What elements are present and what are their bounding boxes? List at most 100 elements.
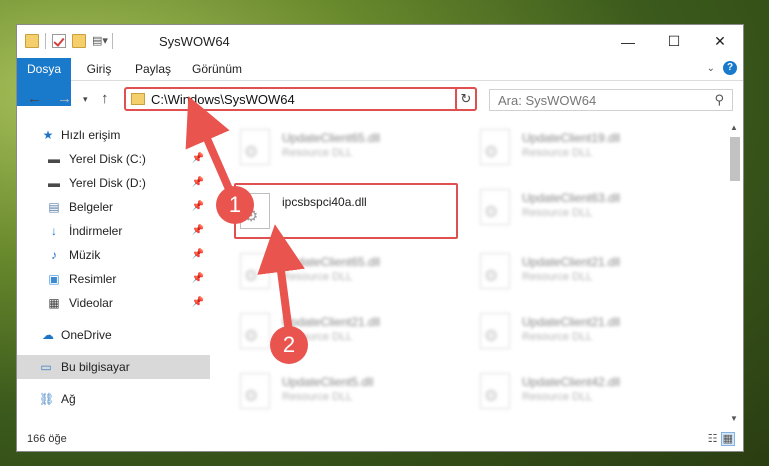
drive-icon: ▬ xyxy=(48,176,60,190)
sidebar-item-documents[interactable]: ▤ Belgeler 📌 xyxy=(17,195,210,219)
back-arrow-icon[interactable]: ← xyxy=(27,90,42,107)
list-item[interactable]: UpdateClient19.dll Resource DLL xyxy=(474,123,704,171)
recent-chevron-icon[interactable]: ▾ xyxy=(83,94,88,105)
file-type: Resource DLL xyxy=(522,331,593,343)
list-item[interactable]: UpdateClient65.dll Resource DLL xyxy=(234,247,464,295)
sidebar-item-music[interactable]: ♪ Müzik 📌 xyxy=(17,243,210,267)
sidebar-item-local-disk-d[interactable]: ▬ Yerel Disk (D:) 📌 xyxy=(17,171,210,195)
computer-icon: ▭ xyxy=(40,360,52,374)
documents-icon: ▤ xyxy=(48,200,60,214)
scroll-up-icon[interactable]: ▲ xyxy=(730,123,738,132)
tab-home[interactable]: Giriş xyxy=(81,58,117,80)
sidebar-item-pictures[interactable]: ▣ Resimler 📌 xyxy=(17,267,210,291)
customize-icon[interactable]: ▤▾ xyxy=(92,34,108,48)
address-path: C:\Windows\SysWOW64 xyxy=(151,92,295,107)
expand-ribbon-icon[interactable]: ⌄ xyxy=(707,63,715,74)
sidebar-item-onedrive[interactable]: ☁ OneDrive xyxy=(17,323,210,347)
step-1-badge: 1 xyxy=(216,186,254,224)
ribbon: Dosya Giriş Paylaş Görünüm ⌄ ? xyxy=(17,58,743,106)
music-icon: ♪ xyxy=(51,248,57,262)
scrollbar-thumb[interactable] xyxy=(730,137,740,181)
file-name: UpdateClient21.dll xyxy=(522,255,621,269)
file-type: Resource DLL xyxy=(522,391,593,403)
dll-file-icon xyxy=(480,253,510,289)
search-icon: ⚲ xyxy=(714,92,724,107)
list-item[interactable]: UpdateClient21.dll Resource DLL xyxy=(474,247,704,295)
sidebar-item-label: Yerel Disk (D:) xyxy=(69,176,146,190)
pin-icon[interactable]: 📌 xyxy=(192,243,204,267)
sidebar-item-label: Müzik xyxy=(69,248,101,262)
address-bar[interactable]: C:\Windows\SysWOW64 ⌄ xyxy=(124,87,477,111)
sidebar-item-local-disk-c[interactable]: ▬ Yerel Disk (C:) 📌 xyxy=(17,147,210,171)
tab-share[interactable]: Paylaş xyxy=(131,58,175,80)
dll-file-icon xyxy=(240,129,270,165)
sidebar-item-label: Ağ xyxy=(61,392,76,406)
file-name: UpdateClient63.dll xyxy=(522,191,621,205)
minimize-button[interactable]: — xyxy=(605,25,651,58)
sidebar-item-label: OneDrive xyxy=(61,328,112,342)
up-arrow-icon[interactable]: ↑ xyxy=(101,90,109,107)
file-name: UpdateClient42.dll xyxy=(522,375,621,389)
sidebar-item-downloads[interactable]: ↓ İndirmeler 📌 xyxy=(17,219,210,243)
file-name: UpdateClient65.dll xyxy=(282,255,381,269)
sidebar-item-quick-access[interactable]: ★ Hızlı erişim xyxy=(17,123,210,147)
title-bar: ▤▾ SysWOW64 — ☐ ✕ xyxy=(17,25,743,58)
sidebar-item-this-pc[interactable]: ▭ Bu bilgisayar xyxy=(17,355,210,379)
dll-file-icon xyxy=(480,373,510,409)
item-count: 166 öğe xyxy=(27,433,67,445)
maximize-button[interactable]: ☐ xyxy=(651,25,697,58)
help-icon[interactable]: ? xyxy=(723,61,737,75)
vertical-scrollbar[interactable]: ▲ ▼ xyxy=(727,119,743,427)
pin-icon[interactable]: 📌 xyxy=(192,147,204,171)
pin-icon[interactable]: 📌 xyxy=(192,291,204,315)
close-button[interactable]: ✕ xyxy=(697,25,743,58)
dll-file-icon xyxy=(240,373,270,409)
videos-icon: ▦ xyxy=(48,296,60,310)
quick-access-toolbar: ▤▾ xyxy=(25,33,113,49)
dll-file-icon xyxy=(480,189,510,225)
new-folder-icon[interactable] xyxy=(72,34,86,48)
sidebar-item-label: Bu bilgisayar xyxy=(61,360,130,374)
network-icon: ⛓ xyxy=(39,392,55,406)
tiles-view-icon[interactable]: ▦ xyxy=(720,432,735,446)
pin-icon[interactable]: 📌 xyxy=(192,219,204,243)
scroll-down-icon[interactable]: ▼ xyxy=(730,414,738,423)
list-item[interactable]: UpdateClient5.dll Resource DLL xyxy=(234,367,464,415)
properties-icon[interactable] xyxy=(52,34,66,48)
tab-view[interactable]: Görünüm xyxy=(189,58,245,80)
list-item[interactable]: UpdateClient21.dll Resource DLL xyxy=(234,307,464,355)
list-item[interactable]: UpdateClient42.dll Resource DLL xyxy=(474,367,704,415)
sidebar-item-label: Yerel Disk (C:) xyxy=(69,152,146,166)
file-type: Resource DLL xyxy=(522,271,593,283)
list-item[interactable]: UpdateClient63.dll Resource DLL xyxy=(474,183,704,231)
dll-file-icon xyxy=(480,129,510,165)
file-list: UpdateClient65.dll Resource DLL ipcsbspc… xyxy=(214,119,727,427)
file-type: Resource DLL xyxy=(522,147,593,159)
file-name: UpdateClient5.dll xyxy=(282,375,374,389)
sidebar-item-label: İndirmeler xyxy=(69,224,123,238)
sidebar-item-label: Videolar xyxy=(69,296,113,310)
sidebar-item-label: Belgeler xyxy=(69,200,114,214)
file-name: UpdateClient21.dll xyxy=(522,315,621,329)
refresh-button[interactable]: ↻ xyxy=(455,87,477,111)
navigation-pane: ★ Hızlı erişim ▬ Yerel Disk (C:) 📌 ▬ Yer… xyxy=(17,119,210,427)
window-title: SysWOW64 xyxy=(159,34,230,49)
pin-icon[interactable]: 📌 xyxy=(192,195,204,219)
list-item[interactable]: UpdateClient65.dll Resource DLL xyxy=(234,123,464,171)
view-toggle[interactable]: ☷ ▦ xyxy=(708,432,735,446)
file-type: Resource DLL xyxy=(282,391,353,403)
details-view-icon[interactable]: ☷ xyxy=(708,433,718,445)
separator xyxy=(45,33,46,49)
file-name: UpdateClient65.dll xyxy=(282,131,381,145)
search-placeholder: Ara: SysWOW64 xyxy=(498,93,597,108)
navigation-bar: ← → ▾ ↑ C:\Windows\SysWOW64 ⌄ ↻ Ara: Sys… xyxy=(17,81,743,117)
sidebar-item-network[interactable]: ⛓ Ağ xyxy=(17,387,210,411)
list-item[interactable]: UpdateClient21.dll Resource DLL xyxy=(474,307,704,355)
forward-arrow-icon[interactable]: → xyxy=(57,90,72,107)
pin-icon[interactable]: 📌 xyxy=(192,267,204,291)
pin-icon[interactable]: 📌 xyxy=(192,171,204,195)
search-input[interactable]: Ara: SysWOW64 ⚲ xyxy=(489,89,733,111)
sidebar-item-videos[interactable]: ▦ Videolar 📌 xyxy=(17,291,210,315)
download-icon: ↓ xyxy=(51,224,57,238)
explorer-window: ▤▾ SysWOW64 — ☐ ✕ Dosya Giriş Paylaş Gör… xyxy=(16,24,744,452)
